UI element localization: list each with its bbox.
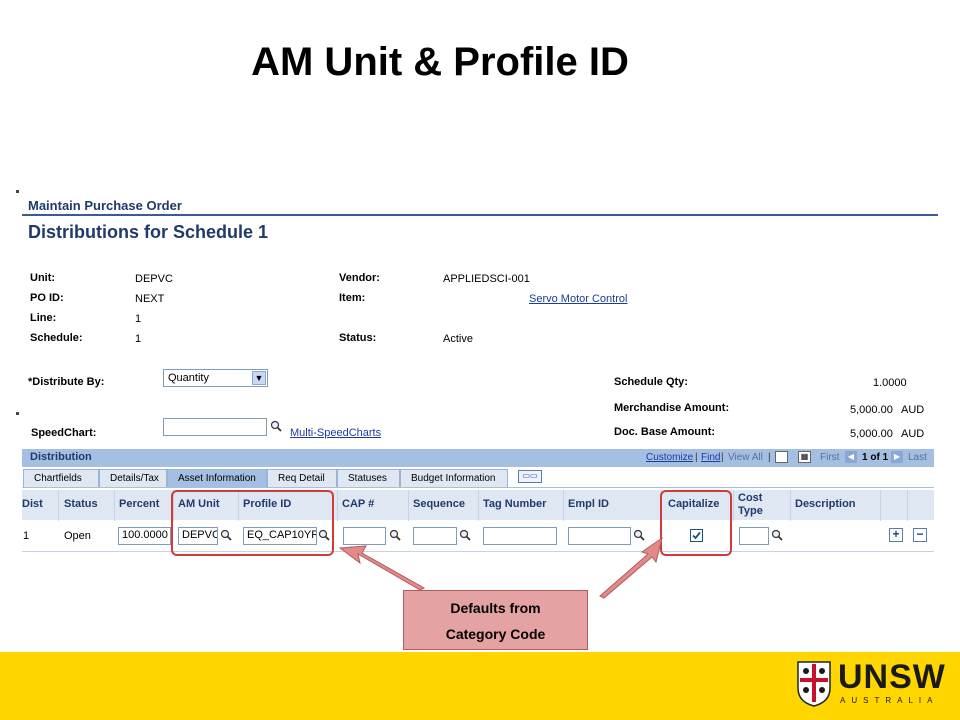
col-dist: Dist [22,498,43,510]
line-label: Line: [30,312,57,324]
distribute-by-value: Quantity [168,372,209,384]
row-dist: 1 [23,530,30,542]
last-link[interactable]: Last [908,452,927,463]
schedule-qty-value: 1.0000 [873,377,907,389]
tab-label: Asset Information [178,473,256,484]
col-cost-type: Cost Type [738,492,763,517]
tab-asset-information[interactable]: Asset Information [167,469,267,487]
page-count: 1 of 1 [862,452,889,463]
capitalize-highlight [660,490,732,556]
next-icon[interactable]: ▶ [891,451,903,463]
unsw-logo-text: UNSW [838,658,946,696]
col-status: Status [64,498,98,510]
slide-title: AM Unit & Profile ID [251,40,629,84]
tab-label: Chartfields [34,473,82,484]
speedchart-label: SpeedChart: [31,427,97,439]
item-link[interactable]: Servo Motor Control [529,293,627,305]
delete-row-button[interactable]: − [913,528,927,542]
nav-separator: | [695,452,698,463]
search-icon[interactable] [270,420,282,432]
unit-label: Unit: [30,272,56,284]
tab-label: Budget Information [411,473,496,484]
row-status: Open [64,530,91,542]
poid-label: PO ID: [30,292,64,304]
slide-marker [16,412,19,415]
schedule-label: Schedule: [30,332,83,344]
first-link[interactable]: First [820,452,839,463]
callout-line2: Category Code [445,626,546,642]
tab-chartfields[interactable]: Chartfields [23,469,99,487]
doc-base-currency: AUD [901,428,925,440]
col-cap: CAP # [342,498,375,510]
slide-marker [16,190,19,193]
tab-req-detail[interactable]: Req Detail [267,469,337,487]
line-value: 1 [135,313,142,325]
col-empl-id: Empl ID [568,498,609,510]
col-tag-number: Tag Number [483,498,547,510]
doc-base-label: Doc. Base Amount: [614,426,716,438]
merch-amount-label: Merchandise Amount: [614,402,730,414]
vendor-value: APPLIEDSCI-001 [443,273,530,285]
nav-separator: | [768,452,771,463]
tab-details-tax[interactable]: Details/Tax [99,469,167,487]
search-icon[interactable] [771,529,783,541]
page-header: Maintain Purchase Order [28,198,182,213]
tab-budget-information[interactable]: Budget Information [400,469,508,487]
unit-value: DEPVC [135,273,173,285]
doc-base-value: 5,000.00 [850,428,893,440]
customize-link[interactable]: Customize [646,452,693,463]
distribute-by-label: *Distribute By: [28,376,105,388]
download-icon[interactable] [775,451,788,463]
am-unit-profile-highlight [171,490,334,556]
tab-label: Details/Tax [110,473,159,484]
find-link[interactable]: Find [701,452,720,463]
item-label: Item: [339,292,366,304]
show-all-columns-icon[interactable]: ▭▭ [518,470,542,483]
unsw-logo-subtext: AUSTRALIA [840,696,939,705]
schedule-qty-label: Schedule Qty: [614,376,688,388]
grid-title: Distribution [30,451,92,463]
col-percent: Percent [119,498,160,510]
speedchart-input[interactable] [163,418,267,436]
merch-currency: AUD [901,404,925,416]
tab-row: Chartfields Details/Tax Asset Informatio… [22,467,934,488]
add-row-button[interactable]: + [889,528,903,542]
distribute-by-select[interactable]: Quantity ▼ [163,369,268,387]
schedule-value: 1 [135,333,142,345]
cost-type-input[interactable] [739,527,769,545]
prev-icon[interactable]: ◀ [845,451,857,463]
grid-view-icon[interactable]: ▦ [798,451,811,463]
tab-label: Statuses [348,473,387,484]
distribution-grid-header: Distribution Customize | Find | View All… [22,449,934,467]
merch-amount-value: 5,000.00 [850,404,893,416]
status-value: Active [443,333,473,345]
tab-statuses[interactable]: Statuses [337,469,400,487]
col-description: Description [795,498,856,510]
callout-box: Defaults from Category Code [403,590,588,650]
view-all-link[interactable]: View All [728,452,763,463]
chevron-down-icon: ▼ [252,371,266,385]
percent-input[interactable]: 100.0000 [118,527,171,545]
multi-speedcharts-link[interactable]: Multi-SpeedCharts [290,427,381,439]
footer-bar: UNSW AUSTRALIA [0,652,960,720]
nav-separator: | [721,452,724,463]
page-subheader: Distributions for Schedule 1 [28,222,269,242]
header-divider [22,214,938,216]
crest-icon [797,661,831,707]
callout-line1: Defaults from [450,600,541,616]
poid-value: NEXT [135,293,165,305]
status-label: Status: [339,332,377,344]
col-sequence: Sequence [413,498,465,510]
vendor-label: Vendor: [339,272,380,284]
tab-label: Req Detail [278,473,325,484]
